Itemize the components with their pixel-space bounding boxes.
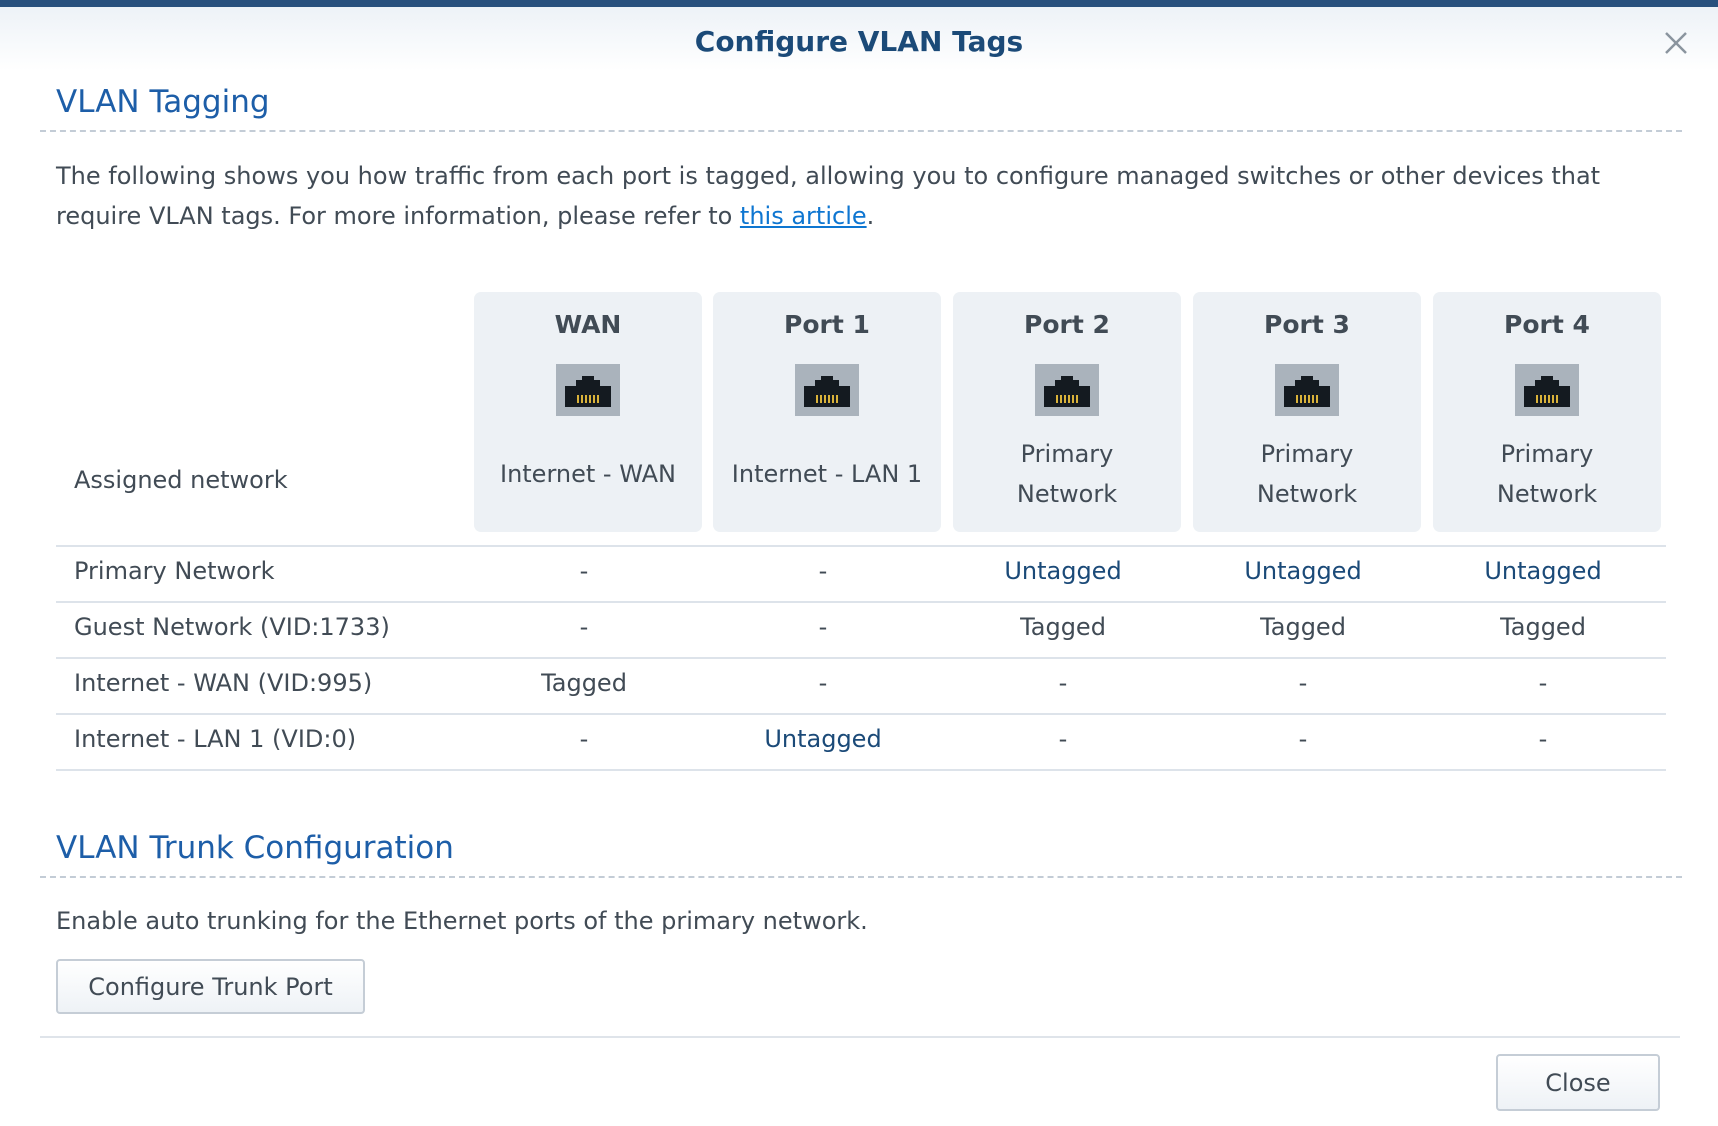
trunk-description: Enable auto trunking for the Ethernet po… [56, 907, 868, 935]
vlan-tagging-description: The following shows you how traffic from… [56, 156, 1656, 236]
table-row-divider [56, 545, 1666, 547]
vlan-tagging-title: VLAN Tagging [56, 84, 270, 120]
vlan-trunk-title: VLAN Trunk Configuration [56, 830, 454, 866]
ethernet-port-icon [1515, 364, 1579, 416]
table-cell: - [818, 669, 828, 697]
dialog-title: Configure VLAN Tags [694, 25, 1024, 58]
table-cell: Tagged [1500, 613, 1586, 641]
table-cell: - [818, 613, 828, 641]
table-cell: Untagged [764, 725, 882, 753]
table-cell: - [818, 557, 828, 585]
table-cell: Untagged [1484, 557, 1602, 585]
port-card-port-4: Port 4 Primary Network [1433, 292, 1661, 532]
table-cell: Untagged [1004, 557, 1122, 585]
table-cell: - [1058, 725, 1068, 753]
port-name: Port 2 [1024, 310, 1110, 339]
port-name: Port 1 [784, 310, 870, 339]
table-row-divider [56, 769, 1666, 771]
port-card-port-3: Port 3 Primary Network [1193, 292, 1421, 532]
table-row-divider [56, 713, 1666, 715]
close-button[interactable]: Close [1496, 1054, 1660, 1111]
table-cell: Untagged [1244, 557, 1362, 585]
dialog-top-bar [0, 0, 1718, 7]
description-end: . [866, 202, 875, 230]
table-row-label: Internet - WAN (VID:995) [74, 669, 373, 697]
port-assigned-network: Primary Network [1256, 440, 1358, 508]
port-name: WAN [554, 310, 622, 339]
table-cell: - [579, 557, 589, 585]
table-cell: Tagged [1260, 613, 1346, 641]
port-assigned-network: Internet - LAN 1 [731, 460, 923, 488]
table-cell: - [579, 725, 589, 753]
table-cell: - [1538, 725, 1548, 753]
table-row-label: Guest Network (VID:1733) [74, 613, 390, 641]
table-cell: - [1298, 725, 1308, 753]
port-name: Port 4 [1504, 310, 1590, 339]
port-assigned-network: Primary Network [1016, 440, 1118, 508]
section-divider [40, 130, 1682, 132]
dialog-header: Configure VLAN Tags [0, 7, 1718, 71]
port-card-port-1: Port 1 Internet - LAN 1 [713, 292, 941, 532]
port-card-port-2: Port 2 Primary Network [953, 292, 1181, 532]
table-cell: - [579, 613, 589, 641]
table-cell: - [1058, 669, 1068, 697]
footer-divider [40, 1036, 1680, 1038]
port-card-wan: WAN Internet - WAN [474, 292, 702, 532]
table-row-divider [56, 601, 1666, 603]
configure-trunk-port-button[interactable]: Configure Trunk Port [56, 959, 365, 1014]
table-cell: - [1298, 669, 1308, 697]
table-row-divider [56, 657, 1666, 659]
table-cell: - [1538, 669, 1548, 697]
table-cell: Tagged [541, 669, 627, 697]
table-cell: Tagged [1020, 613, 1106, 641]
port-assigned-network: Internet - WAN [499, 460, 676, 488]
close-x-icon[interactable] [1658, 25, 1694, 61]
assigned-network-label: Assigned network [74, 466, 288, 494]
ethernet-port-icon [1275, 364, 1339, 416]
table-row-label: Internet - LAN 1 (VID:0) [74, 725, 357, 753]
ethernet-port-icon [1035, 364, 1099, 416]
article-link[interactable]: this article [740, 202, 867, 230]
table-row-label: Primary Network [74, 557, 275, 585]
section-divider [40, 876, 1682, 878]
ethernet-port-icon [556, 364, 620, 416]
ethernet-port-icon [795, 364, 859, 416]
port-name: Port 3 [1264, 310, 1350, 339]
port-assigned-network: Primary Network [1496, 440, 1598, 508]
